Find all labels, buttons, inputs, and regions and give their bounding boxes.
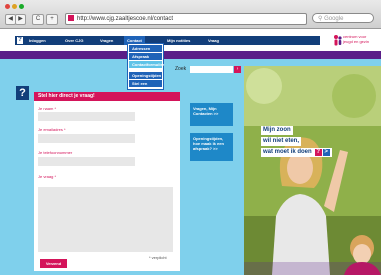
nav-item-inloggen[interactable]: Inloggen [29,36,46,45]
browser-window: ◀ ▶ C + http://www.cjg.zaaltjescoe.nl/co… [0,0,381,275]
add-bookmark-button[interactable]: + [46,14,58,25]
family-logo-icon [334,35,342,46]
question-textarea[interactable] [38,187,173,252]
reload-button[interactable]: C [32,14,44,25]
banner-arrow-button[interactable]: > [322,149,330,156]
dropdown-item-contactformulier[interactable]: Contactformulier [129,61,164,68]
contact-dropdown-menu: Adressen Afspraak Contactformulier Openi… [127,43,164,90]
nav-item-mijn-notities[interactable]: Mijn notities [167,36,190,45]
site-search-input[interactable] [190,66,233,73]
email-label: Je emailadres * [38,127,66,132]
search-submit-button[interactable]: › [234,66,241,73]
forward-arrow-icon: ▶ [18,16,23,22]
browser-toolbar: ◀ ▶ C + http://www.cjg.zaaltjescoe.nl/co… [0,0,381,29]
search-label: Zoek [175,66,187,72]
url-text: http://www.cjg.zaaltjescoe.nl/contact [77,16,174,22]
logo-text: centrum voor jeugd en gezin [343,34,369,44]
purple-divider [0,51,381,59]
site-search: Zoek › [175,65,241,74]
banner-line-3-text: wat moet ik doen [263,149,312,155]
nav-item-over-cjg[interactable]: Over CJG [65,36,83,45]
phone-label: Je telefoonnummer [38,150,73,155]
nav-item-vraag[interactable]: Vraag [208,36,219,45]
nav-item-vragen[interactable]: Vragen [100,36,113,45]
reload-icon: C [35,16,41,22]
opening-hours-button[interactable]: Openingstijden, hoe maak ik een afspraak… [190,133,233,161]
dropdown-item-stel-een[interactable]: Stel een [129,80,162,87]
top-navigation: ? Inloggen Over CJG Vragen Contact Mijn … [0,29,381,51]
phone-input[interactable] [38,157,135,166]
dropdown-item-adressen[interactable]: Adressen [129,45,162,52]
form-title: Stel hier direct je vraag! [34,92,180,101]
site-logo[interactable]: centrum voor jeugd en gezin [333,33,378,47]
address-bar[interactable]: http://www.cjg.zaaltjescoe.nl/contact [65,13,307,25]
banner-line-3: wat moet ik doen? > [261,148,332,157]
mother-with-child-photo [244,66,381,275]
search-placeholder: Google [324,16,344,22]
browser-search-input[interactable]: ⚲ Google [312,13,374,23]
submit-button[interactable]: Verzend [40,259,67,268]
forward-button[interactable]: ▶ [15,14,26,25]
back-arrow-icon: ◀ [8,16,13,22]
dropdown-item-openingstijden[interactable]: Openingstijden [129,72,162,79]
website: ? Inloggen Over CJG Vragen Contact Mijn … [0,29,381,275]
contact-form: Stel hier direct je vraag! Je naam * Je … [34,92,180,271]
dropdown-item-afspraak[interactable]: Afspraak [129,53,162,60]
zoom-window-icon[interactable] [19,4,24,9]
nav-bar: ? Inloggen Over CJG Vragen Contact Mijn … [15,36,320,45]
arrow-right-icon: › [236,66,239,72]
banner-line-1: Mijn zoon [261,126,293,135]
banner-line-2: wil niet eten, [261,137,302,146]
question-logo-icon: ? [17,37,23,44]
question-mark-icon: ? [16,86,29,100]
minimize-window-icon[interactable] [12,4,17,9]
hero-photo: Mijn zoon wil niet eten, wat moet ik doe… [244,66,381,275]
my-contacts-button[interactable]: Vragen, Mijn Contacten >> [190,103,233,126]
question-label: Je vraag * [38,174,57,179]
site-favicon-icon [68,15,74,21]
email-input[interactable] [38,134,135,143]
close-window-icon[interactable] [5,4,10,9]
logo-line-2: jeugd en gezin [343,39,370,44]
plus-icon: + [50,16,54,22]
name-input[interactable] [38,112,135,121]
name-label: Je naam * [38,106,57,111]
banner-question-icon: ? [314,149,322,156]
required-note: * verplicht [149,255,167,260]
